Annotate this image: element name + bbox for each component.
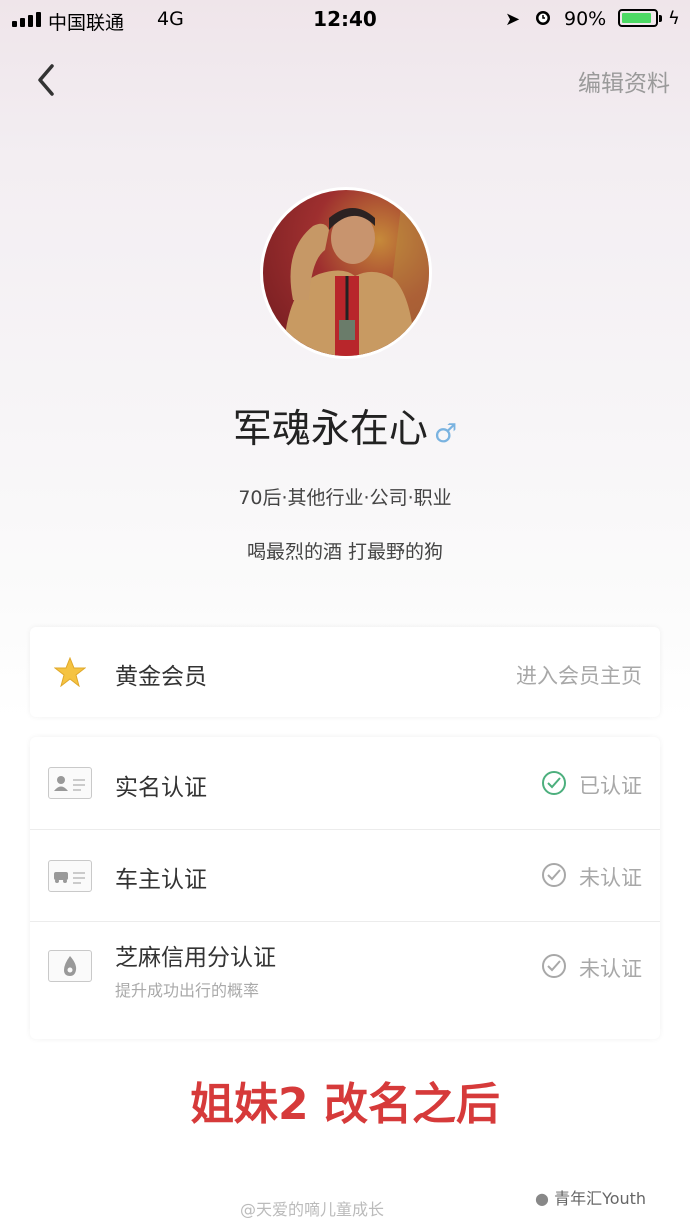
avatar[interactable] (260, 187, 432, 359)
edit-profile-button[interactable]: 编辑资料 (578, 64, 670, 98)
verify-label-realname: 实名认证 (115, 775, 207, 801)
verification-card: 实名认证 已认证 车主认证 未认证 芝麻信用分认证 提升成功出行的概率 未认证 (30, 737, 660, 1039)
wechat-icon: ● (535, 1189, 549, 1208)
battery-percent: 90% (564, 8, 607, 30)
verify-row-sesame[interactable]: 芝麻信用分认证 提升成功出行的概率 未认证 (30, 922, 660, 1039)
profile-name: 军魂永在心 ♂ (0, 398, 690, 454)
sesame-credit-icon (48, 950, 92, 982)
check-circle-icon (542, 771, 566, 795)
member-row[interactable]: 黄金会员 进入会员主页 (30, 627, 660, 717)
verify-label-car: 车主认证 (115, 867, 207, 893)
profile-motto: 喝最烈的酒 打最野的狗 (246, 541, 444, 563)
member-card[interactable]: 黄金会员 进入会员主页 (30, 627, 660, 717)
back-button[interactable] (30, 58, 70, 102)
car-card-icon (48, 860, 92, 892)
id-card-icon (48, 767, 92, 799)
verify-sub-sesame: 提升成功出行的概率 (115, 981, 260, 1000)
male-icon: ♂ (433, 419, 458, 449)
chevron-left-icon (38, 64, 54, 96)
watermark-right: ● 青年汇Youth (535, 1185, 646, 1209)
watermark-right-text: 青年汇Youth (554, 1189, 647, 1208)
battery-cap (659, 15, 662, 22)
verify-row-car[interactable]: 车主认证 未认证 (30, 830, 660, 921)
verify-status-realname: 已认证 (579, 774, 642, 798)
check-circle-icon (542, 863, 566, 887)
member-label: 黄金会员 (115, 664, 207, 690)
star-icon (54, 657, 86, 687)
watermark-left: @天爱的嘀儿童成长 (240, 1200, 385, 1219)
member-home-link[interactable]: 进入会员主页 (516, 660, 642, 690)
status-bar: 中国联通 4G 12:40 ➤ 90% ϟ (0, 0, 690, 40)
alarm-icon (536, 11, 550, 25)
profile-info: 70后·其他行业·公司·职业 (238, 487, 452, 509)
battery-icon (618, 9, 658, 27)
charging-icon: ϟ (668, 8, 680, 29)
caption-text: 姐妹2 改名之后 (190, 1079, 500, 1130)
avatar-photo (283, 190, 429, 356)
verify-status-car: 未认证 (579, 866, 642, 890)
verify-row-realname[interactable]: 实名认证 已认证 (30, 737, 660, 829)
profile-name-text: 军魂永在心 (232, 407, 428, 452)
verify-label-sesame: 芝麻信用分认证 (115, 945, 276, 971)
verify-status-sesame: 未认证 (579, 957, 642, 981)
location-icon: ➤ (505, 9, 521, 30)
check-circle-icon (542, 954, 566, 978)
